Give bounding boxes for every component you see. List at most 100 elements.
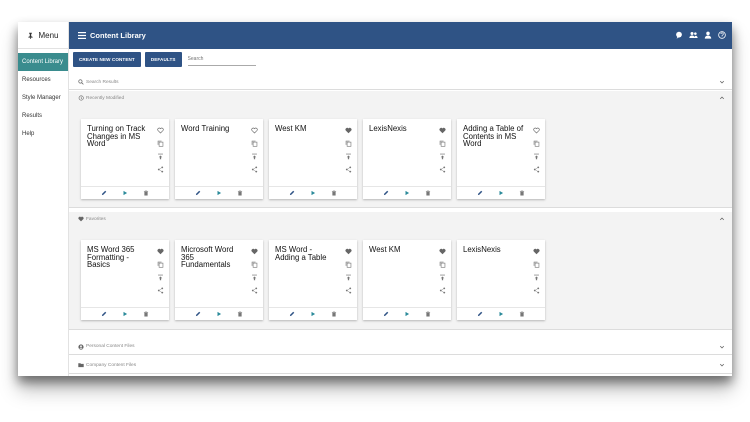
play-icon[interactable] (498, 190, 504, 196)
publish-icon[interactable] (251, 274, 258, 281)
publish-icon[interactable] (157, 274, 164, 281)
menu-header[interactable]: Menu (18, 22, 68, 49)
chat-icon[interactable] (675, 31, 683, 39)
copy-icon[interactable] (533, 140, 540, 147)
play-icon[interactable] (122, 190, 128, 196)
share-icon[interactable] (345, 166, 352, 173)
delete-icon[interactable] (425, 190, 431, 196)
favorites-header[interactable]: Favorites (69, 212, 732, 226)
edit-icon[interactable] (383, 190, 389, 196)
share-icon[interactable] (439, 166, 446, 173)
heart-filled-icon[interactable] (251, 248, 258, 255)
chevron-up-icon[interactable] (719, 216, 725, 222)
delete-icon[interactable] (519, 190, 525, 196)
share-icon[interactable] (533, 287, 540, 294)
content-card[interactable]: MS Word 365 Formatting - Basics (81, 240, 169, 320)
publish-icon[interactable] (439, 274, 446, 281)
content-card[interactable]: Microsoft Word 365 Fundamentals (175, 240, 263, 320)
content-card[interactable]: Adding a Table of Contents in MS Word (457, 119, 545, 199)
delete-icon[interactable] (143, 311, 149, 317)
chevron-down-icon[interactable] (719, 344, 725, 350)
delete-icon[interactable] (425, 311, 431, 317)
content-card[interactable]: West KM (269, 119, 357, 199)
delete-icon[interactable] (143, 190, 149, 196)
search-input[interactable] (187, 53, 256, 66)
heart-filled-icon[interactable] (533, 248, 540, 255)
edit-icon[interactable] (477, 311, 483, 317)
chevron-down-icon[interactable] (719, 362, 725, 368)
copy-icon[interactable] (157, 140, 164, 147)
delete-icon[interactable] (519, 311, 525, 317)
publish-icon[interactable] (251, 153, 258, 160)
publish-icon[interactable] (345, 274, 352, 281)
personal-content-header[interactable]: Personal Content Files (69, 338, 732, 355)
content-card[interactable]: MS Word - Adding a Table (269, 240, 357, 320)
play-icon[interactable] (216, 311, 222, 317)
content-card[interactable]: LexisNexis (457, 240, 545, 320)
copy-icon[interactable] (439, 261, 446, 268)
content-card[interactable]: Word Training (175, 119, 263, 199)
search-results-header[interactable]: Search Results (69, 75, 732, 89)
play-icon[interactable] (216, 190, 222, 196)
company-content-header[interactable]: Company Content Files (69, 356, 732, 374)
share-icon[interactable] (157, 287, 164, 294)
edit-icon[interactable] (195, 190, 201, 196)
delete-icon[interactable] (331, 311, 337, 317)
create-new-content-button[interactable]: CREATE NEW CONTENT (73, 52, 141, 67)
sidebar-item-style-manager[interactable]: Style Manager (18, 89, 68, 107)
share-icon[interactable] (345, 287, 352, 294)
copy-icon[interactable] (251, 140, 258, 147)
delete-icon[interactable] (237, 311, 243, 317)
play-icon[interactable] (310, 190, 316, 196)
copy-icon[interactable] (345, 140, 352, 147)
publish-icon[interactable] (533, 153, 540, 160)
user-icon[interactable] (704, 31, 712, 39)
defaults-button[interactable]: DEFAULTS (144, 52, 182, 67)
heart-filled-icon[interactable] (439, 248, 446, 255)
share-icon[interactable] (251, 166, 258, 173)
edit-icon[interactable] (289, 311, 295, 317)
hamburger-icon[interactable] (78, 32, 86, 39)
share-icon[interactable] (157, 166, 164, 173)
heart-filled-icon[interactable] (345, 127, 352, 134)
sidebar-item-resources[interactable]: Resources (18, 71, 68, 89)
heart-filled-icon[interactable] (345, 248, 352, 255)
heart-outline-icon[interactable] (533, 127, 540, 134)
edit-icon[interactable] (101, 311, 107, 317)
edit-icon[interactable] (195, 311, 201, 317)
recently-modified-header[interactable]: Recently Modified (69, 91, 732, 105)
chevron-down-icon[interactable] (719, 79, 725, 85)
sidebar-item-help[interactable]: Help (18, 125, 68, 143)
publish-icon[interactable] (157, 153, 164, 160)
content-card[interactable]: LexisNexis (363, 119, 451, 199)
copy-icon[interactable] (251, 261, 258, 268)
play-icon[interactable] (122, 311, 128, 317)
publish-icon[interactable] (533, 274, 540, 281)
publish-icon[interactable] (439, 153, 446, 160)
help-icon[interactable] (718, 31, 726, 39)
share-icon[interactable] (533, 166, 540, 173)
delete-icon[interactable] (237, 190, 243, 196)
copy-icon[interactable] (157, 261, 164, 268)
heart-filled-icon[interactable] (157, 248, 164, 255)
heart-outline-icon[interactable] (157, 127, 164, 134)
sidebar-item-content-library[interactable]: Content Library (18, 53, 68, 71)
edit-icon[interactable] (383, 311, 389, 317)
play-icon[interactable] (498, 311, 504, 317)
play-icon[interactable] (404, 311, 410, 317)
play-icon[interactable] (310, 311, 316, 317)
copy-icon[interactable] (345, 261, 352, 268)
heart-outline-icon[interactable] (251, 127, 258, 134)
group-icon[interactable] (689, 31, 698, 39)
share-icon[interactable] (251, 287, 258, 294)
copy-icon[interactable] (533, 261, 540, 268)
chevron-up-icon[interactable] (719, 95, 725, 101)
content-card[interactable]: West KM (363, 240, 451, 320)
edit-icon[interactable] (477, 190, 483, 196)
share-icon[interactable] (439, 287, 446, 294)
copy-icon[interactable] (439, 140, 446, 147)
content-card[interactable]: Turning on Track Changes in MS Word (81, 119, 169, 199)
publish-icon[interactable] (345, 153, 352, 160)
heart-filled-icon[interactable] (439, 127, 446, 134)
sidebar-item-results[interactable]: Results (18, 107, 68, 125)
